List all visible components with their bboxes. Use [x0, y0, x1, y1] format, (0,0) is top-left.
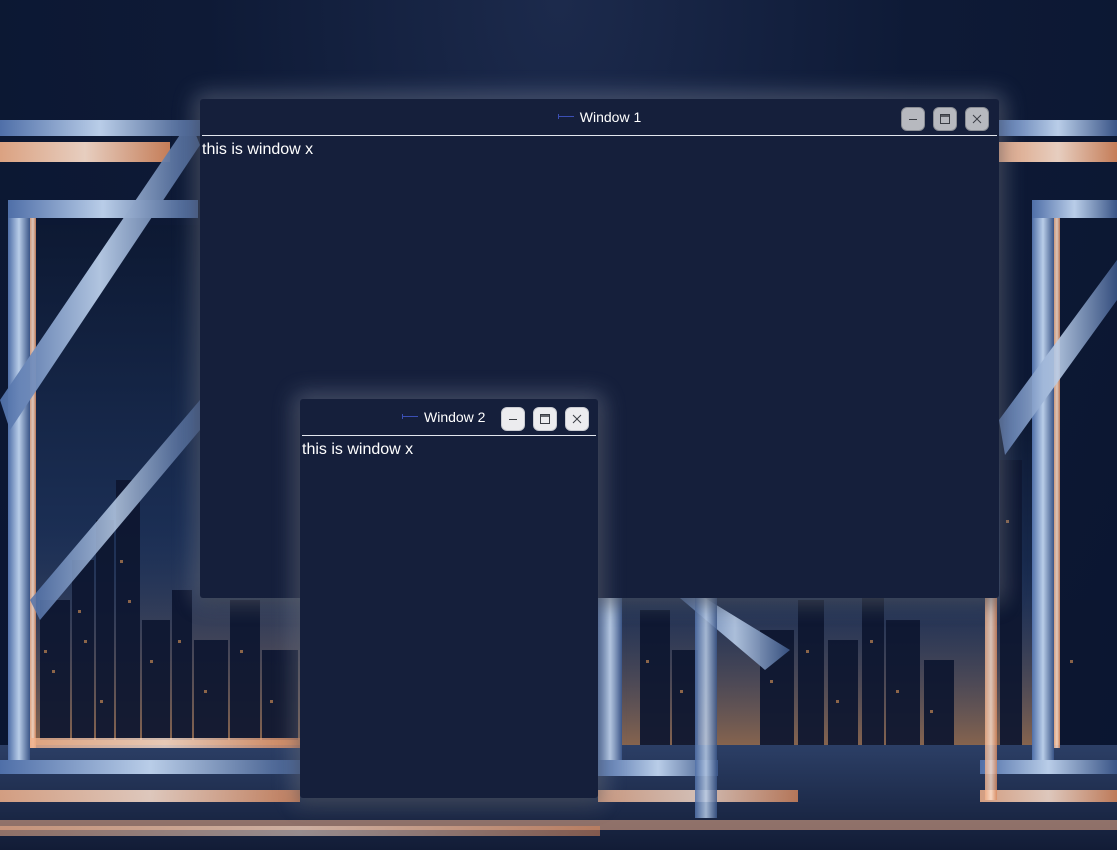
window-2-title-group: Window 2 — [402, 399, 485, 435]
window-1-close-button[interactable] — [965, 107, 989, 131]
window-2-body-text: this is window x — [302, 441, 414, 458]
maximize-icon — [540, 414, 550, 424]
window-1-controls — [901, 107, 989, 131]
window-2-titlebar[interactable]: Window 2 — [302, 399, 596, 436]
window-1-minimize-button[interactable] — [901, 107, 925, 131]
window-2-title: Window 2 — [424, 409, 486, 425]
maximize-icon — [940, 114, 950, 124]
close-icon — [572, 414, 582, 424]
window-1-title-group: Window 1 — [202, 99, 997, 135]
window-app-icon — [402, 414, 418, 420]
window-1-maximize-button[interactable] — [933, 107, 957, 131]
window-2-controls — [501, 407, 589, 431]
window-2-minimize-button[interactable] — [501, 407, 525, 431]
close-icon — [972, 114, 982, 124]
window-1-title: Window 1 — [579, 109, 642, 125]
window-2[interactable]: Window 2 this is window x — [300, 399, 598, 798]
window-2-close-button[interactable] — [565, 407, 589, 431]
minimize-icon — [909, 119, 917, 120]
minimize-icon — [509, 419, 517, 420]
window-1-titlebar[interactable]: Window 1 — [202, 99, 997, 136]
window-app-icon — [557, 114, 574, 120]
window-2-maximize-button[interactable] — [533, 407, 557, 431]
window-1-body-text: this is window x — [202, 141, 314, 158]
